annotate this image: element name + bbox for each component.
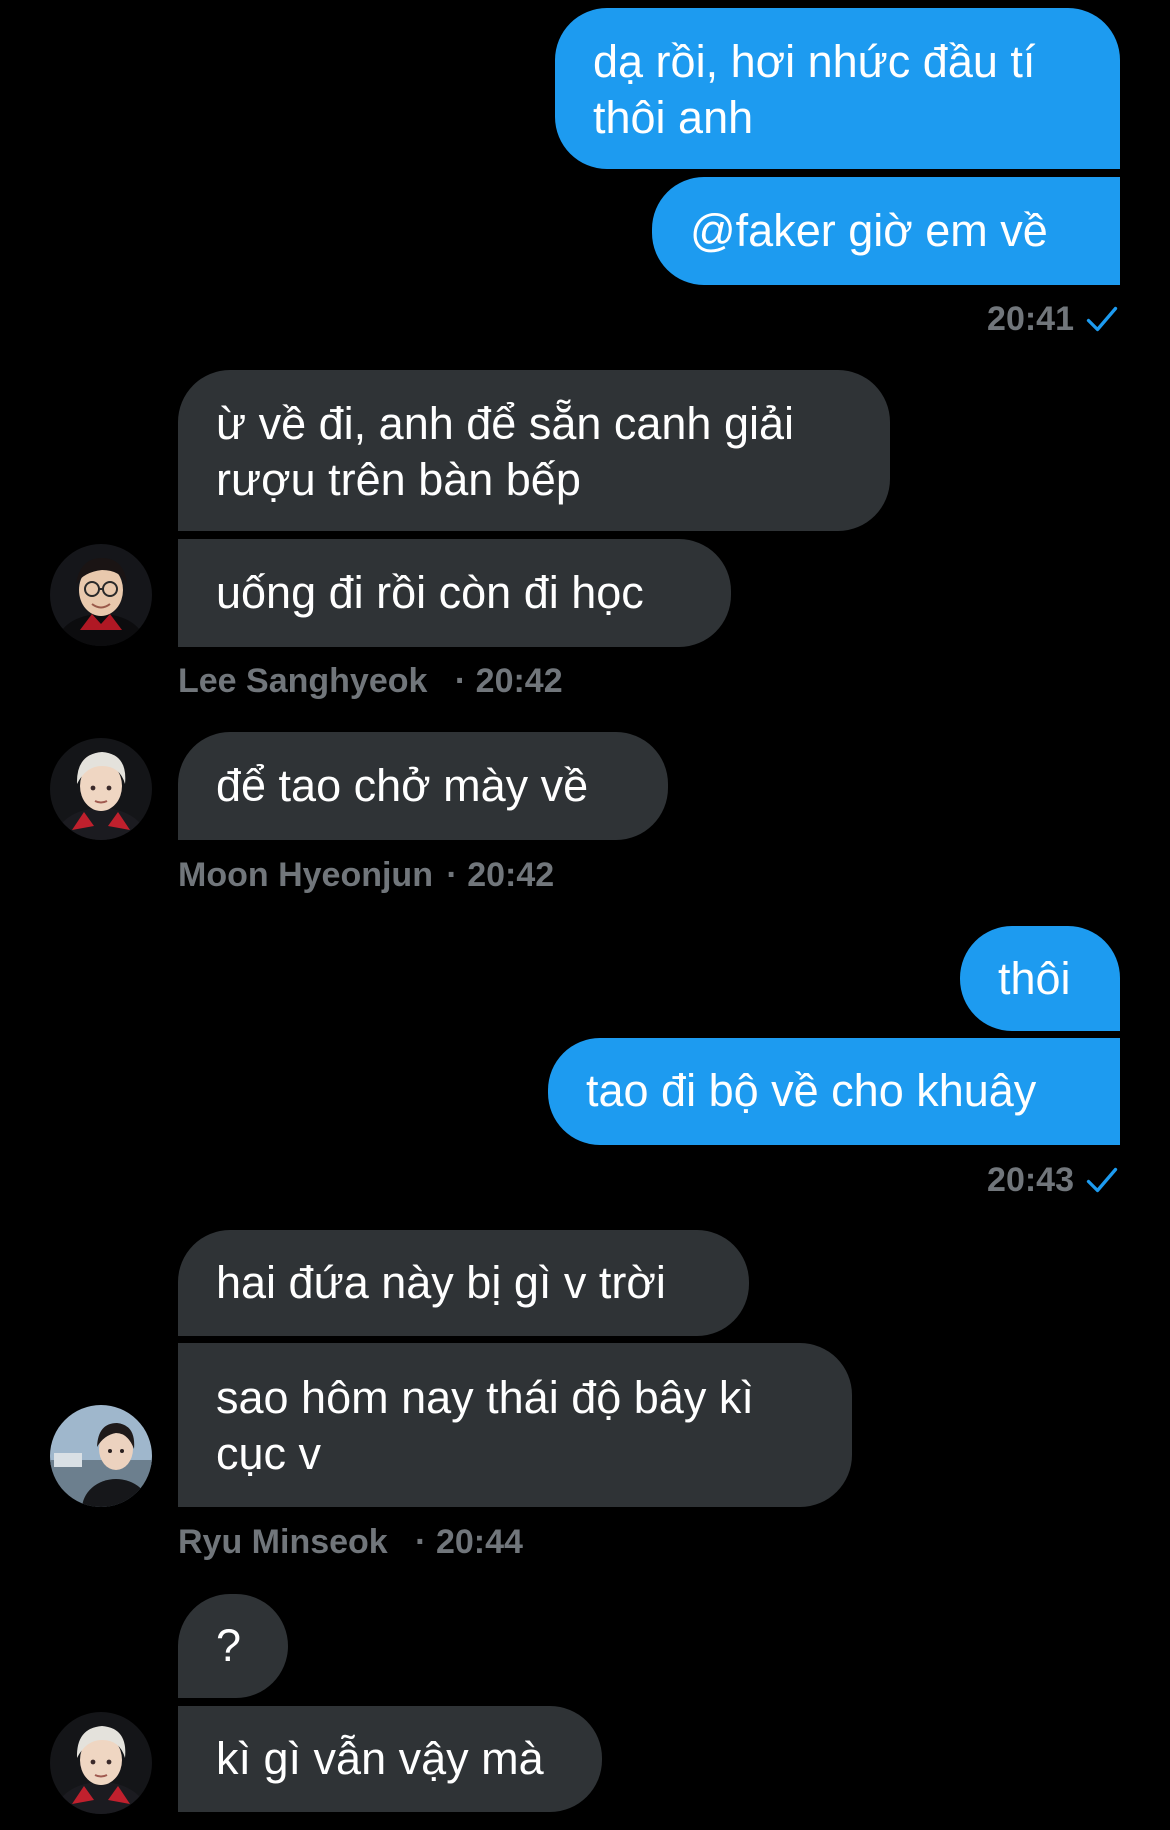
sender-name: Lee Sanghyeok bbox=[178, 662, 428, 700]
outgoing-message[interactable]: thôi bbox=[960, 926, 1120, 1031]
timestamp-text: 20:44 bbox=[435, 1523, 523, 1561]
sender-name: Ryu Minseok bbox=[178, 1523, 388, 1561]
message-text: thôi bbox=[998, 953, 1071, 1004]
message-text: hai đứa này bị gì v trời bbox=[216, 1257, 666, 1308]
outgoing-message[interactable]: @faker giờ em về bbox=[652, 177, 1120, 285]
meta-separator: · bbox=[446, 856, 458, 894]
timestamp-text: 20:41 bbox=[987, 300, 1074, 338]
meta-separator: · bbox=[454, 662, 467, 700]
avatar[interactable] bbox=[50, 738, 152, 840]
sender-meta: Moon Hyeonjun · 20:42 bbox=[178, 855, 554, 895]
avatar[interactable] bbox=[50, 1405, 152, 1507]
message-text: để tao chở mày về bbox=[216, 760, 589, 811]
incoming-message[interactable]: kì gì vẫn vậy mà bbox=[178, 1706, 602, 1812]
message-text-line: thôi anh bbox=[593, 92, 754, 143]
message-timestamp: 20:41 bbox=[987, 299, 1120, 339]
message-text: kì gì vẫn vậy mà bbox=[216, 1733, 544, 1784]
message-text-line: dạ rồi, hơi nhức đầu tí bbox=[593, 36, 1036, 87]
message-text-line: sao hôm nay thái độ bây kì bbox=[216, 1372, 754, 1423]
outgoing-message[interactable]: dạ rồi, hơi nhức đầu tí thôi anh bbox=[555, 8, 1120, 169]
sender-meta: Ryu Minseok · 20:44 bbox=[178, 1522, 523, 1562]
incoming-message[interactable]: uống đi rồi còn đi học bbox=[178, 539, 731, 647]
avatar-lee-sanghyeok-icon bbox=[50, 544, 152, 646]
message-text-line: cục v bbox=[216, 1428, 322, 1479]
message-text-line: ừ về đi, anh để sẵn canh giải bbox=[216, 398, 795, 449]
message-timestamp: 20:43 bbox=[987, 1160, 1120, 1200]
meta-separator: · bbox=[415, 1523, 427, 1561]
message-text: @faker giờ em về bbox=[690, 205, 1048, 256]
timestamp-text: 20:42 bbox=[467, 856, 555, 894]
sender-meta: Lee Sanghyeok · 20:42 bbox=[178, 661, 563, 701]
avatar-ryu-minseok-icon bbox=[50, 1405, 152, 1507]
incoming-message[interactable]: hai đứa này bị gì v trời bbox=[178, 1230, 749, 1336]
checkmark-icon bbox=[1086, 306, 1118, 332]
message-text: ? bbox=[216, 1620, 242, 1671]
incoming-message[interactable]: sao hôm nay thái độ bây kì cục v bbox=[178, 1343, 852, 1507]
incoming-message[interactable]: ừ về đi, anh để sẵn canh giải rượu trên … bbox=[178, 370, 890, 531]
avatar[interactable] bbox=[50, 1712, 152, 1814]
message-text-line: rượu trên bàn bếp bbox=[216, 454, 581, 505]
timestamp-text: 20:43 bbox=[987, 1161, 1074, 1199]
avatar[interactable] bbox=[50, 544, 152, 646]
checkmark-icon bbox=[1086, 1167, 1118, 1193]
message-text: tao đi bộ về cho khuây bbox=[586, 1065, 1037, 1116]
message-text: uống đi rồi còn đi học bbox=[216, 567, 644, 618]
avatar-moon-hyeonjun-icon bbox=[50, 1712, 152, 1814]
incoming-message[interactable]: ? bbox=[178, 1594, 288, 1698]
incoming-message[interactable]: để tao chở mày về bbox=[178, 732, 668, 840]
timestamp-text: 20:42 bbox=[475, 662, 563, 700]
avatar-moon-hyeonjun-icon bbox=[50, 738, 152, 840]
outgoing-message[interactable]: tao đi bộ về cho khuây bbox=[548, 1038, 1120, 1145]
sender-name: Moon Hyeonjun bbox=[178, 856, 433, 894]
